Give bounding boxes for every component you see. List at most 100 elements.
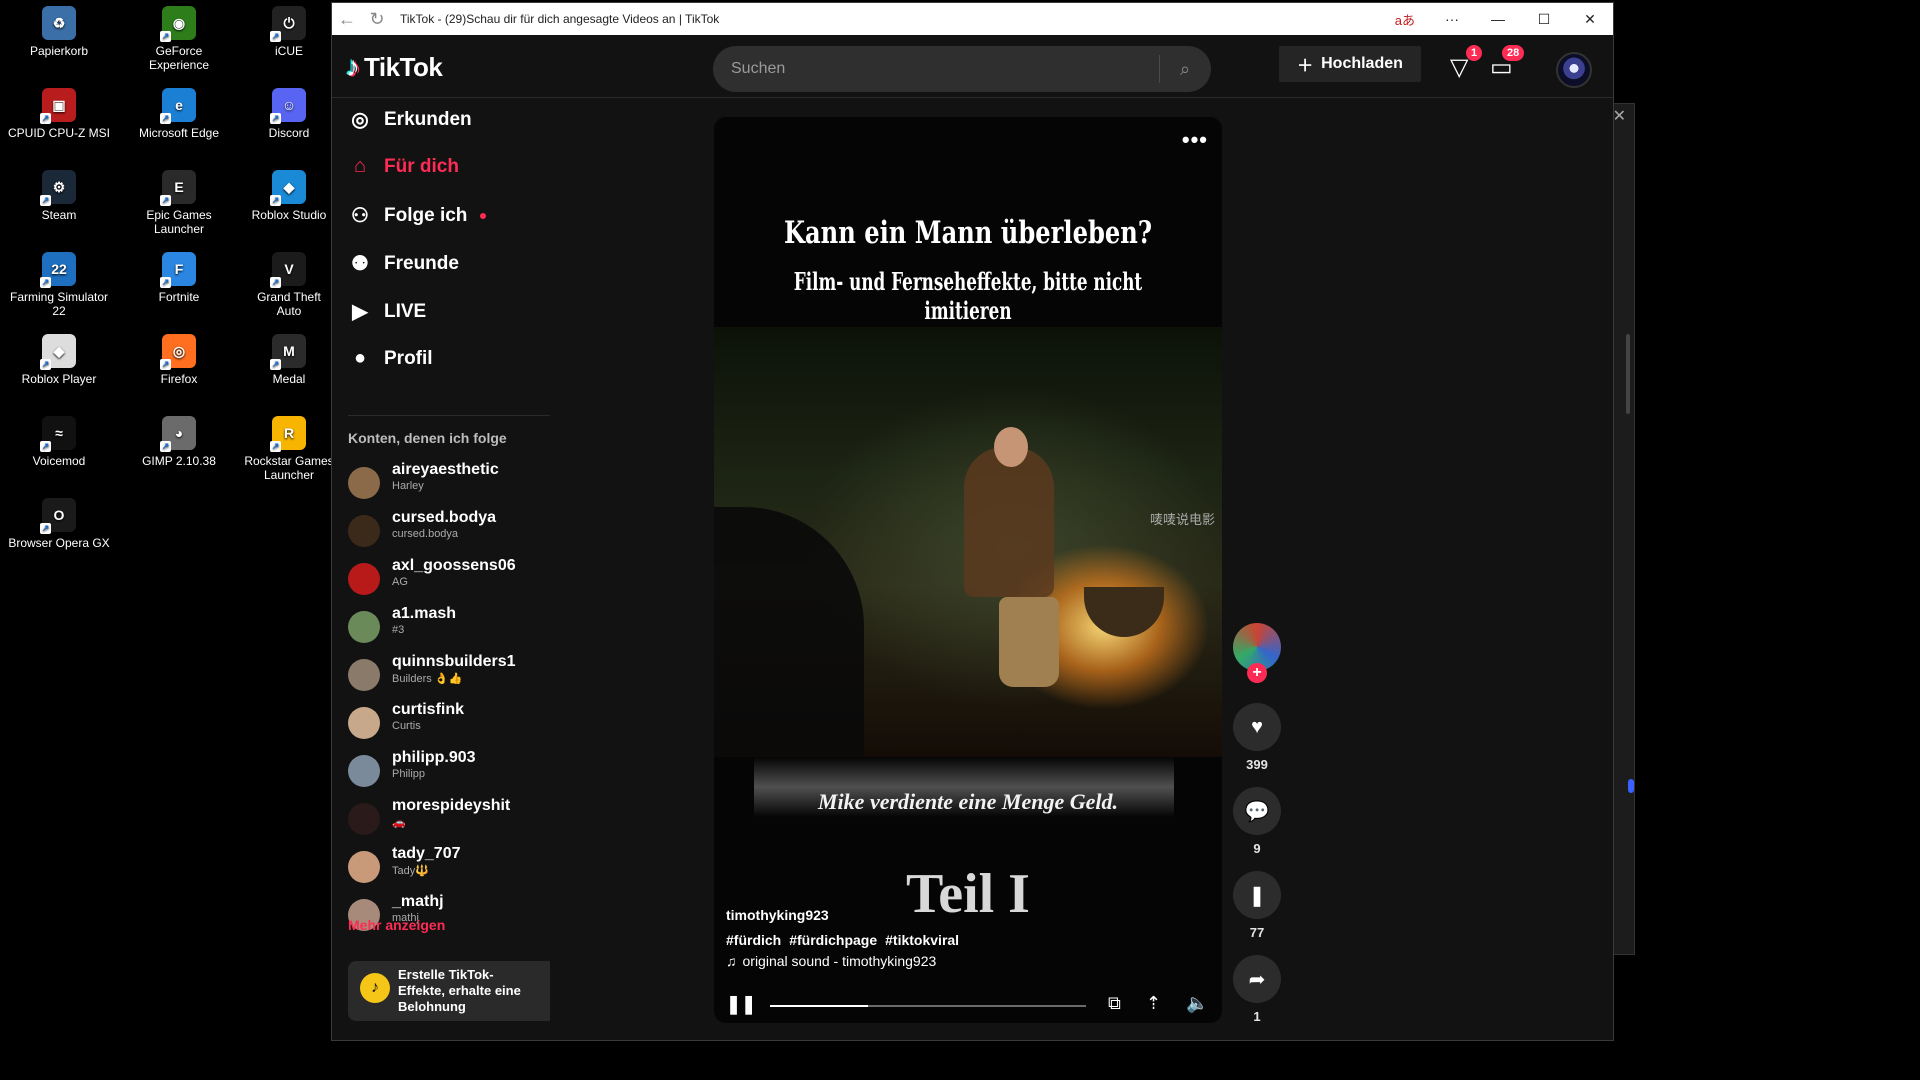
like-button[interactable]: ♥ xyxy=(1233,703,1281,751)
app-icon: ▣ ↗ xyxy=(40,88,76,124)
sidebar-item-label: Folge ich xyxy=(384,204,468,226)
video-title-line2: Film- und Fernseheffekte, bitte nicht im… xyxy=(793,267,1143,325)
followed-account[interactable]: axl_goossens06 AG xyxy=(348,557,550,597)
messages-badge: 28 xyxy=(1502,45,1525,61)
shortcut-arrow-icon: ↗ xyxy=(270,359,281,370)
account-username: a1.mash xyxy=(392,605,457,622)
sidebar-item-home[interactable]: ⌂ Für dich xyxy=(348,155,459,178)
followed-account[interactable]: quinnsbuilders1 Builders 👌👍 xyxy=(348,653,550,693)
avatar xyxy=(348,707,380,739)
desktop-icon[interactable]: ≈ ↗ Voicemod xyxy=(4,416,114,468)
reload-icon[interactable]: ↻ xyxy=(362,9,392,30)
desktop-icon[interactable]: ♻ Papierkorb xyxy=(4,6,114,58)
video-sound[interactable]: ♫ original sound - timothyking923 xyxy=(726,953,936,969)
more-options-icon[interactable]: ••• xyxy=(1182,127,1208,153)
inbox-filter-icon[interactable]: ▽ xyxy=(1450,53,1468,82)
followed-account[interactable]: tady_707 Tady🔱 xyxy=(348,845,550,885)
app-icon: ◎ ↗ xyxy=(160,334,196,370)
captions-icon[interactable]: ⧉ xyxy=(1108,993,1121,1014)
share-button[interactable]: ➦ xyxy=(1233,955,1281,1003)
account-username: curtisfink xyxy=(392,701,465,718)
sidebar-item-friends[interactable]: ⚉ Freunde xyxy=(348,251,459,276)
user-avatar[interactable] xyxy=(1556,52,1592,88)
search-icon[interactable]: ⌕ xyxy=(1160,59,1210,80)
shortcut-arrow-icon: ↗ xyxy=(160,277,171,288)
shortcut-arrow-icon: ↗ xyxy=(160,441,171,452)
save-button[interactable]: ❚ xyxy=(1233,871,1281,919)
home-icon: ⌂ xyxy=(353,155,367,177)
upload-button[interactable]: ＋ Hochladen xyxy=(1279,46,1421,82)
show-more-link[interactable]: Mehr anzeigen xyxy=(348,917,445,933)
desktop-icon[interactable]: ◆ ↗ Roblox Player xyxy=(4,334,114,386)
followed-account[interactable]: curtisfink Curtis xyxy=(348,701,550,741)
desktop-icon[interactable]: ◕ ↗ GIMP 2.10.38 xyxy=(124,416,234,468)
sidebar-item-label: Profil xyxy=(384,347,433,369)
app-icon: O ↗ xyxy=(40,498,76,534)
account-nickname: cursed.bodya xyxy=(392,528,459,540)
tiktok-logo[interactable]: ♪ TikTok xyxy=(346,51,443,83)
notification-dot xyxy=(480,212,487,219)
translate-icon[interactable]: aあ xyxy=(1395,10,1415,29)
logo-text: TikTok xyxy=(364,51,443,82)
desktop-icon[interactable]: V ↗ Grand Theft Auto xyxy=(244,252,334,318)
search-input[interactable] xyxy=(729,59,1153,79)
desktop-icon[interactable]: M ↗ Medal xyxy=(244,334,334,386)
app-icon: ◆ ↗ xyxy=(270,170,306,206)
desktop-icon[interactable]: ☺ ↗ Discord xyxy=(244,88,334,140)
maximize-button[interactable]: ☐ xyxy=(1521,11,1567,28)
effects-promo-card[interactable]: ♪ Erstelle TikTok-Effekte, erhalte eine … xyxy=(348,961,550,1021)
followed-account[interactable]: aireyaesthetic Harley xyxy=(348,461,550,501)
sidebar-item-label: Freunde xyxy=(384,252,459,274)
desktop-icon-label: GIMP 2.10.38 xyxy=(142,454,216,468)
followed-account[interactable]: morespideyshit 🚗 xyxy=(348,797,550,837)
app-icon: ◕ ↗ xyxy=(160,416,196,452)
desktop-icon[interactable]: 22 ↗ Farming Simulator 22 xyxy=(4,252,114,318)
shortcut-arrow-icon: ↗ xyxy=(270,195,281,206)
desktop-icon[interactable]: e ↗ Microsoft Edge xyxy=(124,88,234,140)
back-icon[interactable]: ← xyxy=(332,9,362,30)
app-icon: ⏻ ↗ xyxy=(270,6,306,42)
desktop-icon[interactable]: ▣ ↗ CPUID CPU-Z MSI xyxy=(4,88,114,140)
desktop-icon[interactable]: ◎ ↗ Firefox xyxy=(124,334,234,386)
shortcut-arrow-icon: ↗ xyxy=(40,277,51,288)
video-subtitle: Mike verdiente eine Menge Geld. xyxy=(818,789,1118,814)
followed-account[interactable]: cursed.bodya cursed.bodya xyxy=(348,509,550,549)
hashtag-link[interactable]: #tiktokviral xyxy=(885,932,959,948)
pause-icon[interactable]: ❚❚ xyxy=(726,994,756,1015)
follow-plus-icon[interactable]: + xyxy=(1247,663,1267,683)
sidebar-item-profile[interactable]: ● Profil xyxy=(348,347,433,370)
close-button[interactable]: ✕ xyxy=(1567,11,1613,28)
video-player[interactable]: ••• Kann ein Mann überleben? Film- und F… xyxy=(714,117,1222,1023)
close-icon[interactable]: ✕ xyxy=(1613,106,1626,126)
minimize-button[interactable]: — xyxy=(1475,11,1521,27)
video-username[interactable]: timothyking923 xyxy=(726,907,829,923)
desktop-icon[interactable]: O ↗ Browser Opera GX xyxy=(4,498,114,550)
desktop-icon[interactable]: E ↗ Epic Games Launcher xyxy=(124,170,234,236)
music-note-icon: ♫ xyxy=(726,953,737,969)
account-nickname: #3 xyxy=(392,624,405,636)
sidebar-item-live[interactable]: ▶ LIVE xyxy=(348,299,426,324)
desktop-icon[interactable]: ⚙ ↗ Steam xyxy=(4,170,114,222)
progress-bar[interactable] xyxy=(770,1005,1086,1007)
hashtag-link[interactable]: #fürdichpage xyxy=(789,932,877,948)
sidebar-item-compass[interactable]: ◎ Erkunden xyxy=(348,107,471,132)
floating-player-icon[interactable]: ⇡ xyxy=(1146,993,1161,1014)
scrollbar[interactable] xyxy=(1626,334,1630,414)
video-watermark: 唛唛说电影 xyxy=(1150,512,1216,527)
sidebar-item-following[interactable]: ⚇ Folge ich xyxy=(348,203,487,228)
desktop-icon[interactable]: ◆ ↗ Roblox Studio xyxy=(244,170,334,222)
desktop-icon[interactable]: ⏻ ↗ iCUE xyxy=(244,6,334,58)
profile-icon: ● xyxy=(353,347,367,369)
comment-button[interactable]: 💬 xyxy=(1233,787,1281,835)
followed-account[interactable]: a1.mash #3 xyxy=(348,605,550,645)
desktop-icon[interactable]: ◉ ↗ GeForce Experience xyxy=(124,6,234,72)
volume-icon[interactable]: 🔈 xyxy=(1186,993,1208,1014)
friends-icon: ⚉ xyxy=(351,253,369,275)
avatar xyxy=(348,515,380,547)
hashtag-link[interactable]: #fürdich xyxy=(726,932,781,948)
more-menu-icon[interactable]: ··· xyxy=(1429,11,1475,27)
desktop-icon[interactable]: F ↗ Fortnite xyxy=(124,252,234,304)
desktop-icon[interactable]: R ↗ Rockstar Games Launcher xyxy=(244,416,334,482)
followed-account[interactable]: philipp.903 Philipp xyxy=(348,749,550,789)
app-icon: ☺ ↗ xyxy=(270,88,306,124)
